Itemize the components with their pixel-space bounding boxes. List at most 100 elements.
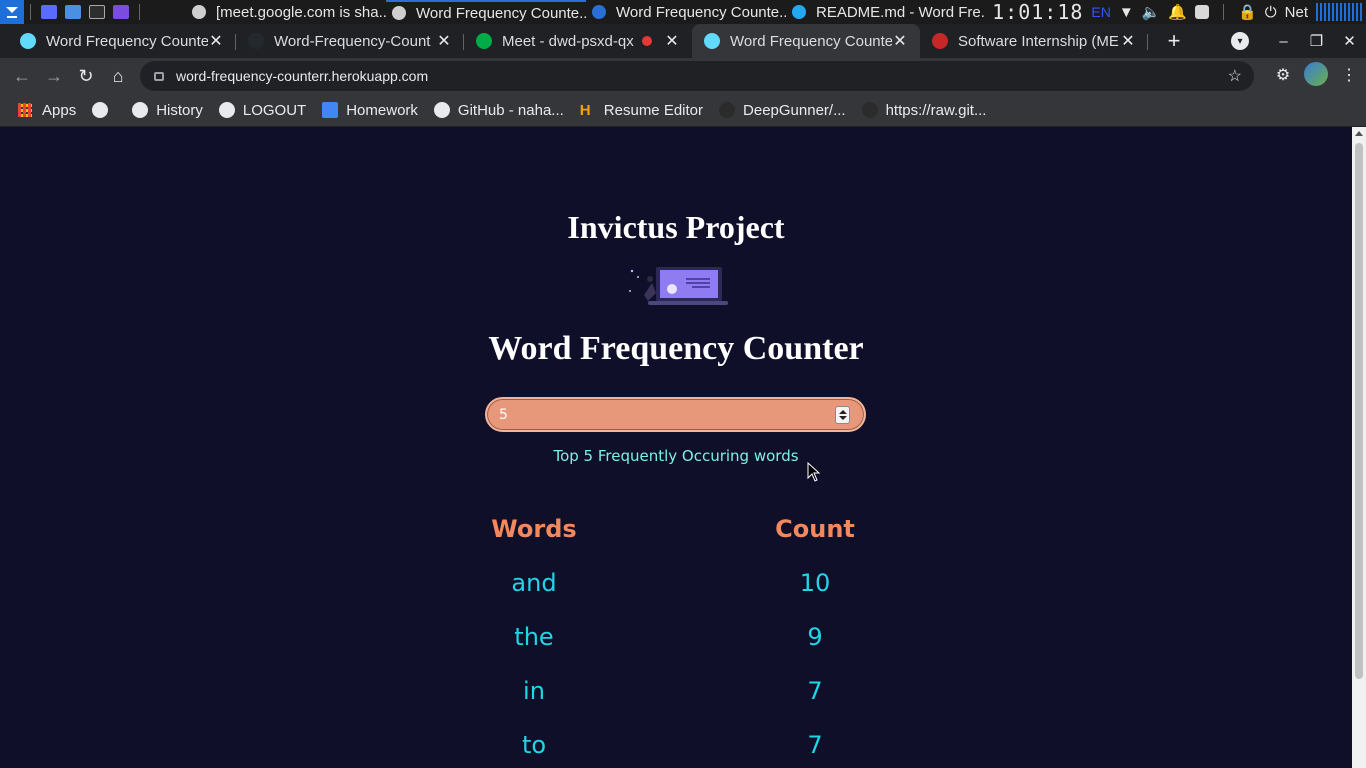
browser-tab-0[interactable]: Word Frequency Counte ✕ (8, 24, 236, 58)
lock-icon[interactable]: 🔒 (1238, 3, 1257, 21)
scrollbar-thumb[interactable] (1355, 143, 1363, 679)
github-icon (861, 102, 878, 118)
page-scrollbar[interactable] (1352, 127, 1366, 768)
bookmark-label: https://raw.git... (885, 101, 987, 119)
stepper-down-icon[interactable] (838, 416, 847, 420)
count-cell: 10 (799, 569, 831, 597)
bookmark-star-icon[interactable]: ☆ (1228, 66, 1242, 86)
close-window-button[interactable]: ✕ (1333, 32, 1366, 50)
project-title: Invictus Project (567, 209, 785, 245)
clock: 1:01:18 (992, 0, 1084, 24)
bookmark-label: Resume Editor (603, 101, 704, 119)
bookmarks-bar: Apps History LOGOUT Homework GitHub - naha..… (0, 94, 1366, 127)
toolbar-actions: ⚙ ⋮ (1274, 62, 1358, 86)
more-menu-icon[interactable]: ⋮ (1340, 65, 1358, 84)
new-tab-button[interactable]: + (1160, 27, 1188, 55)
minimize-button[interactable]: – (1267, 33, 1300, 50)
restore-button[interactable]: ❐ (1300, 32, 1333, 50)
tab-favicon-icon (248, 33, 264, 49)
browser-tab-3[interactable]: Word Frequency Counte ✕ (692, 24, 920, 58)
tab-close-icon[interactable]: ✕ (208, 31, 224, 51)
count-column-header: Count (775, 515, 855, 543)
globe-icon (218, 102, 235, 118)
app-title: Word Frequency Counter (488, 330, 864, 367)
address-bar[interactable]: word-frequency-counterr.herokuapp.com ☆ (140, 61, 1254, 91)
taskbar-window-1[interactable]: Word Frequency Counte... (386, 0, 586, 24)
window-controls: ▾ – ❐ ✕ (1231, 24, 1366, 58)
docs-icon (322, 102, 339, 118)
home-button[interactable]: ⌂ (102, 60, 134, 92)
wifi-icon[interactable]: ▼ (1119, 4, 1134, 21)
word-count-input[interactable] (499, 403, 819, 427)
word-cell: and (511, 569, 557, 597)
volume-icon[interactable]: 🔈 (1142, 3, 1161, 21)
tab-strip: Word Frequency Counte ✕ Word-Frequency-Cou… (0, 24, 1366, 58)
bookmark-logout[interactable]: LOGOUT (211, 96, 314, 124)
taskbar-window-2[interactable]: Word Frequency Counte... (586, 0, 786, 24)
desktop-icon[interactable] (41, 5, 57, 19)
tab-label: Word Frequency Counte (730, 32, 892, 50)
number-stepper[interactable] (835, 406, 850, 424)
power-icon[interactable]: ⏻ (1265, 4, 1277, 21)
browser-tab-4[interactable]: Software Internship (ME ✕ (920, 24, 1148, 58)
terminal-icon[interactable] (89, 5, 105, 19)
browser-tab-2[interactable]: Meet - dwd-psxd-qx ✕ (464, 24, 692, 58)
window-app-icon (592, 5, 606, 19)
stepper-up-icon[interactable] (838, 410, 847, 414)
bookmark-label: History (156, 101, 203, 119)
count-cell: 9 (807, 623, 823, 651)
system-tray: 1:01:18 EN ▼ 🔈 🔔 🔒 ⏻ Net (992, 0, 1366, 24)
notification-bell-icon[interactable]: 🔔 (1168, 3, 1187, 21)
bookmark-github-naha[interactable]: GitHub - naha... (426, 96, 572, 124)
result-caption: Top 5 Frequently Occuring words (553, 447, 799, 465)
page-content: Invictus Project Word Frequency Counter … (0, 127, 1352, 768)
tab-close-icon[interactable]: ✕ (892, 31, 908, 51)
reload-button[interactable]: ↻ (70, 60, 102, 92)
bookmark-resume-editor[interactable]: H Resume Editor (572, 96, 711, 124)
bookmark-homework[interactable]: Homework (314, 96, 426, 124)
github-icon (719, 102, 736, 118)
count-cell: 7 (807, 677, 823, 705)
os-taskbar: [meet.google.com is sha... Word Frequency… (0, 0, 1366, 24)
recording-indicator-icon (642, 36, 652, 46)
bookmark-apps[interactable]: Apps (10, 96, 84, 124)
history-icon (132, 102, 149, 118)
forward-button[interactable]: → (38, 60, 70, 92)
profile-avatar[interactable] (1304, 62, 1328, 86)
tab-close-icon[interactable]: ✕ (436, 31, 452, 51)
tab-label: Word Frequency Counte (46, 32, 208, 50)
back-button[interactable]: ← (6, 60, 38, 92)
bookmark-label: DeepGunner/... (743, 101, 846, 119)
word-cell: to (521, 731, 547, 759)
word-cell: the (514, 623, 554, 651)
browser-toolbar: ← → ↻ ⌂ word-frequency-counterr.herokuap… (0, 58, 1366, 94)
extensions-puzzle-icon[interactable]: ⚙ (1274, 65, 1292, 84)
keyboard-layout[interactable]: EN (1091, 4, 1110, 20)
bookmark-https-raw-git[interactable]: https://raw.git... (854, 96, 995, 124)
taskbar-separator (30, 4, 31, 20)
taskbar-window-label: README.md - Word Fre... (816, 3, 986, 21)
taskbar-window-0[interactable]: [meet.google.com is sha... (186, 0, 386, 24)
tab-close-icon[interactable]: ✕ (1120, 31, 1136, 51)
launcher-icon[interactable] (0, 0, 24, 24)
bookmark-globe[interactable] (84, 96, 124, 124)
tab-favicon-icon (932, 33, 948, 49)
window-app-icon (392, 6, 406, 20)
tab-favicon-icon (476, 33, 492, 49)
lock-icon[interactable] (154, 71, 164, 81)
tab-close-icon[interactable]: ✕ (664, 31, 680, 51)
taskbar-window-list: [meet.google.com is sha... Word Frequency… (186, 0, 986, 24)
bookmark-label: Homework (346, 101, 418, 119)
github-icon (433, 102, 450, 118)
bookmark-history[interactable]: History (124, 96, 211, 124)
taskbar-window-label: Word Frequency Counte... (416, 4, 586, 22)
scroll-up-icon[interactable] (1355, 131, 1363, 136)
bookmark-deepgunner[interactable]: DeepGunner/... (711, 96, 854, 124)
browser-tab-1[interactable]: Word-Frequency-Count ✕ (236, 24, 464, 58)
globe-icon (92, 102, 109, 118)
tab-search-icon[interactable]: ▾ (1231, 32, 1249, 50)
files-icon[interactable] (65, 5, 81, 19)
taskbar-window-3[interactable]: README.md - Word Fre... (786, 0, 986, 24)
h-icon: H (579, 102, 591, 119)
screen-recorder-icon[interactable] (113, 5, 129, 19)
